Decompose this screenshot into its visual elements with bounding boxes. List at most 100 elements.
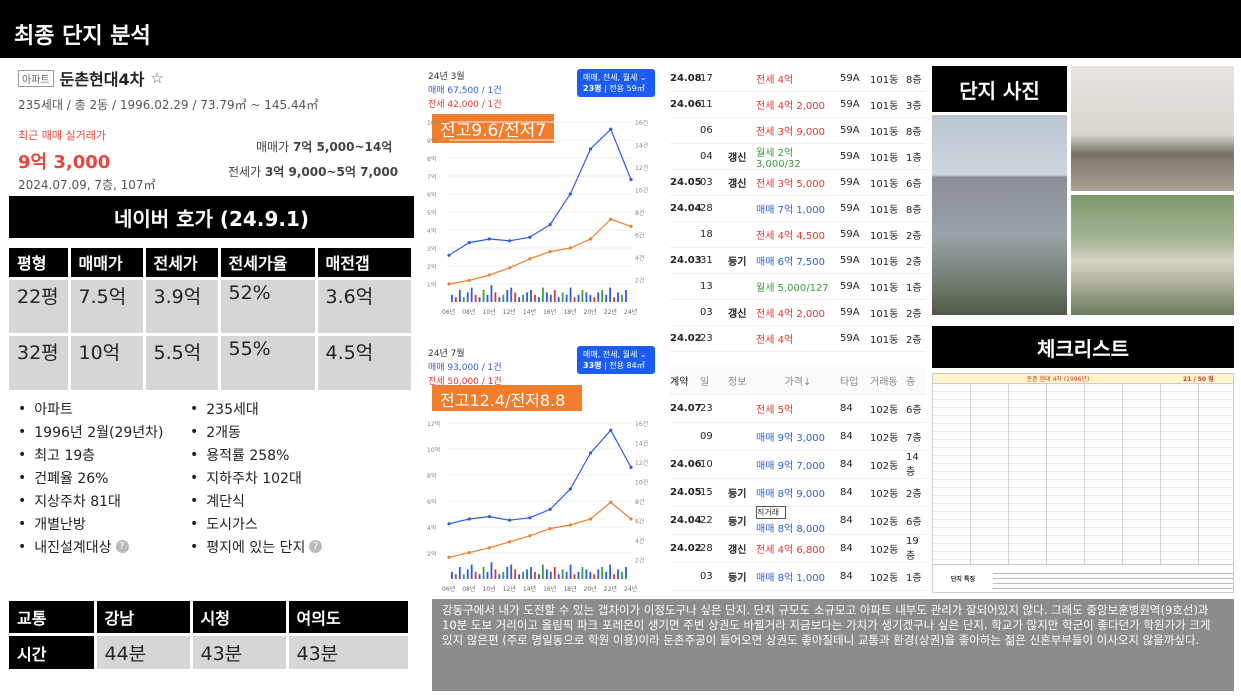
volume-bar <box>569 564 572 579</box>
trade-type: 59A <box>840 151 860 162</box>
trade-info: 갱신 <box>728 309 747 320</box>
volume-bar <box>581 290 584 302</box>
volume-bar <box>577 294 580 302</box>
table-row: 시간 44분 43분 43분 <box>9 633 411 669</box>
x-tick-label: 10년 <box>482 308 495 316</box>
volume-bar <box>506 567 509 579</box>
favorite-star-icon[interactable]: ☆ <box>150 69 163 87</box>
trade-price: 전세 4억 6,800 <box>756 545 825 556</box>
trade-floor: 6층 <box>906 179 922 190</box>
trade-info: 등기 <box>728 257 747 268</box>
transaction-row: 24.04 28 매매 7억 1,000 59A 101동 8층 <box>670 196 926 222</box>
volume-bar <box>549 294 552 302</box>
x-tick-label: 22년 <box>604 308 617 316</box>
volume-bar <box>498 297 501 302</box>
data-point <box>609 428 613 432</box>
trade-info: 등기 <box>728 489 747 500</box>
trade-day: 10 <box>700 459 713 470</box>
trade-day: 11 <box>700 99 713 110</box>
trade-building: 102동 <box>870 489 899 500</box>
recent-price: 9억 3,000 <box>18 152 111 173</box>
data-point <box>528 534 532 538</box>
table-row: 32평 10억 5.5억 55% 4.5억 <box>9 332 414 390</box>
data-point <box>609 217 613 221</box>
help-icon[interactable]: ? <box>115 540 129 553</box>
volume-bar <box>526 569 528 579</box>
trade-price: 월세 5,000/127 <box>756 283 829 294</box>
trade-month: 24.02 <box>670 543 702 554</box>
y2-tick-label: 4건 <box>635 254 644 262</box>
trade-day: 23 <box>700 333 713 344</box>
data-point <box>467 517 471 521</box>
trade-price: 전세 4억 2,000 <box>756 101 825 112</box>
volume-bar <box>549 571 552 579</box>
trade-building: 101동 <box>870 335 899 346</box>
complex-info: 235세대 / 총 2동 / 1996.02.29 / 73.79㎡ ~ 145… <box>18 98 319 112</box>
trade-type: 59A <box>840 177 860 188</box>
recent-price-detail: 2024.07.09, 7층, 107㎡ <box>18 178 156 192</box>
trade-building: 101동 <box>870 257 899 268</box>
volume-bar <box>569 287 572 302</box>
volume-bar <box>522 294 524 302</box>
building-photo-2 <box>1071 66 1234 191</box>
trade-price: 전세 4억 <box>756 335 794 346</box>
transaction-row: 24.07 23 전세 5억 84 102동 6층 <box>670 395 926 423</box>
x-tick-label: 12년 <box>503 308 516 316</box>
list-item: 용적률 258% <box>190 443 410 466</box>
checklist-header: 둔촌 현대 4차 (1996년) 21 / 50 점 <box>933 374 1233 384</box>
y2-tick-label: 14건 <box>635 440 648 448</box>
y-tick-label: 4억 <box>427 524 436 532</box>
data-point <box>467 241 471 245</box>
checklist-footer: 단지 특징 <box>933 564 1233 592</box>
data-point <box>487 546 492 550</box>
volume-bar <box>451 571 453 579</box>
trade-building: 102동 <box>870 517 899 528</box>
recent-price-label: 최근 매매 실거래가 <box>18 129 106 142</box>
help-icon[interactable]: ? <box>309 540 323 553</box>
volume-bar <box>466 292 469 302</box>
x-tick-label: 06년 <box>442 585 455 593</box>
volume-bar <box>621 294 623 302</box>
volume-bar <box>617 292 619 302</box>
feature-list-left: 아파트 1996년 2월(29년차) 최고 19층 건폐율 26% 지상주차 8… <box>18 397 188 558</box>
list-item: 건폐율 26% <box>18 466 188 489</box>
transaction-row: 24.08 17 전세 4억 59A 101동 8층 <box>670 66 926 92</box>
volume-bar <box>534 294 536 302</box>
naver-price-title: 네이버 호가 (24.9.1) <box>9 196 414 238</box>
trade-month: 24.08 <box>670 73 702 84</box>
volume-bar <box>553 567 556 579</box>
volume-bar <box>585 569 588 579</box>
trade-type: 59A <box>840 333 860 344</box>
complex-summary: 아파트 둔촌현대4차 ☆ 235세대 / 총 2동 / 1996.02.29 /… <box>18 66 418 113</box>
trade-month: 24.07 <box>670 403 702 414</box>
trade-building: 101동 <box>870 101 899 112</box>
volume-bar <box>466 569 469 579</box>
transaction-row: 24.04 22 등기 직거래 매매 8억 8,000 84 102동 6층 <box>670 506 926 535</box>
volume-bar <box>514 292 517 302</box>
volume-bar <box>462 297 465 302</box>
trade-floor: 8층 <box>906 205 922 216</box>
volume-bar <box>617 569 619 579</box>
x-tick-label: 14년 <box>523 308 536 316</box>
transaction-row: 24.05 15 등기 매매 8억 9,000 84 102동 2층 <box>670 479 926 507</box>
volume-bar <box>601 290 604 302</box>
volume-bar <box>553 290 556 302</box>
trade-month: 24.03 <box>670 255 702 266</box>
trade-building: 102동 <box>870 573 899 584</box>
trade-price: 전세 4억 <box>756 75 794 86</box>
data-point <box>548 223 552 227</box>
volume-bar <box>502 571 505 579</box>
transaction-header: 계약 일 정보 가격↓ 타입 거래동 층 <box>670 367 926 395</box>
complex-type-tag: 아파트 <box>18 69 54 87</box>
trade-floor: 7층 <box>906 433 922 444</box>
volume-bar <box>490 285 493 302</box>
list-item: 계단식 <box>190 489 410 512</box>
x-tick-label: 08년 <box>462 585 475 593</box>
trade-price: 전세 5억 <box>756 405 794 416</box>
list-item: 도시가스 <box>190 512 410 535</box>
volume-bar <box>541 287 544 302</box>
data-point <box>447 282 451 286</box>
volume-bar <box>502 294 505 302</box>
volume-bar <box>561 292 564 302</box>
y-tick-label: 9억 <box>427 137 436 145</box>
